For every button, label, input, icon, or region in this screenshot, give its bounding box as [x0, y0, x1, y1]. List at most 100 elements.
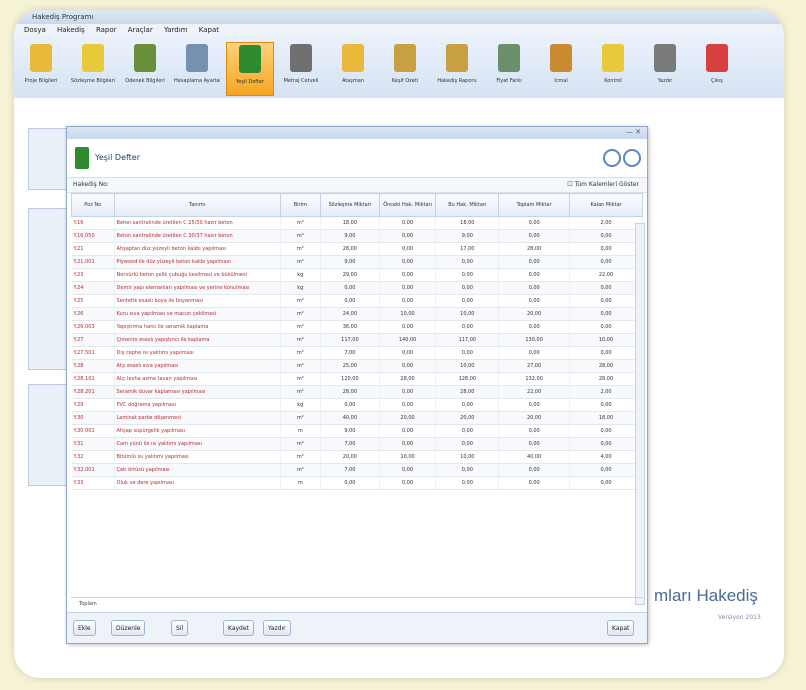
table-row[interactable]: Y.30 Laminat parke döşenmesi m² 40,00 20,00 2…: [71, 411, 643, 425]
table-cell: 117,00: [320, 333, 380, 347]
table-cell: 0,00: [569, 294, 643, 308]
table-row[interactable]: Y.28.101 Alçı levha asma tavan yapılması m…: [71, 372, 643, 386]
ribbon-button-label: Hesaplama Ayarları: [174, 78, 220, 84]
menu-item-rapor[interactable]: Rapor: [96, 26, 117, 34]
table-cell: 0,00: [498, 346, 571, 360]
ribbon-button-5[interactable]: Yeşil Defter: [226, 42, 274, 96]
table-cell: PVC doğrama yapılması: [114, 398, 281, 412]
ribbon-button-6[interactable]: Metraj Cetveli: [278, 42, 324, 94]
button-4[interactable]: Kaydet: [223, 620, 254, 636]
ribbon-button-7[interactable]: Ataşman: [330, 42, 376, 94]
table-row[interactable]: Y.33 Oluk ve dere yapılması m 0,00 0,00 0,00 0…: [71, 476, 643, 490]
table-row[interactable]: Y.28 Alçı esaslı sıva yapılması m² 25,00 0,0…: [71, 359, 643, 373]
table-row[interactable]: Y.28.201 Seramik duvar kaplaması yapılmas…: [71, 385, 643, 399]
next-icon[interactable]: [623, 149, 641, 167]
window-header: Yeşil Defter: [67, 139, 647, 178]
ribbon-button-4[interactable]: Hesaplama Ayarları: [174, 42, 220, 94]
toolbar-ribbon: Proje Bilgileri Sözleşme Bilgileri Ödenek …: [14, 36, 784, 99]
table-row[interactable]: Y.27.501 Dış cephe ısı yalıtımı yapılması…: [71, 346, 643, 360]
ribbon-button-8[interactable]: Keşif Özeti: [382, 42, 428, 94]
table-row[interactable]: Y.27 Çimento esaslı yapıştırıcı ile kapla…: [71, 333, 643, 347]
window-close-icon[interactable]: — ✕: [626, 128, 641, 136]
table-cell: 0,00: [435, 398, 500, 412]
table-cell: 0,00: [379, 320, 437, 334]
table-row[interactable]: Y.24 Demir yapı elemanları yapılması ve y…: [71, 281, 643, 295]
table-cell: Yapıştırma harcı ile seramik kaplama: [114, 320, 281, 334]
button-3[interactable]: Sil: [171, 620, 189, 636]
archive-icon: [498, 44, 520, 72]
menu-item-yardim[interactable]: Yardım: [164, 26, 188, 34]
table-row[interactable]: Y.16 Beton santralinde üretilen C 25/30 h…: [71, 216, 643, 230]
table-cell: 18,00: [435, 216, 500, 230]
table-cell: Plywood ile düz yüzeyli beton kalıbı yap…: [114, 255, 281, 269]
table-cell: Y.30: [71, 411, 115, 425]
table-row[interactable]: Y.30.001 Ahşap süpürgelik yapılması m 9,00 0…: [71, 424, 643, 438]
table-cell: 120,00: [320, 372, 380, 386]
menu-item-dosya[interactable]: Dosya: [24, 26, 46, 34]
table-cell: 0,00: [379, 242, 437, 256]
table-cell: 28,00: [569, 359, 643, 373]
button-2[interactable]: Düzenle: [111, 620, 146, 636]
column-header[interactable]: Kalan Miktar: [569, 193, 643, 217]
table-cell: 0,00: [435, 424, 500, 438]
ribbon-button-11[interactable]: İcmal: [538, 42, 584, 94]
table-cell: 0,00: [320, 281, 380, 295]
table-cell: m²: [280, 307, 322, 321]
table-cell: 0,00: [320, 476, 380, 490]
ribbon-button-10[interactable]: Fiyat Farkı: [486, 42, 532, 94]
ribbon-button-9[interactable]: Hakediş Raporu: [434, 42, 480, 94]
ribbon-button-label: İcmal: [554, 78, 568, 84]
ribbon-button-label: Sözleşme Bilgileri: [70, 78, 116, 84]
menu-item-hakedis[interactable]: Hakediş: [57, 26, 85, 34]
show-all-checkbox[interactable]: ☐ Tüm Kalemleri Göster: [567, 178, 639, 192]
ribbon-button-14[interactable]: Çıkış: [694, 42, 740, 94]
table-cell: 0,00: [379, 424, 437, 438]
table-row[interactable]: Y.31 Cam yünü ile ısı yalıtımı yapılması m…: [71, 437, 643, 451]
background-subtitle: Versiyon 2013: [718, 614, 761, 621]
table-row[interactable]: Y.21 Ahşaptan düz yüzeyli beton kalıbı ya…: [71, 242, 643, 256]
table-cell: 0,00: [569, 255, 643, 269]
table-cell: Y.30.001: [71, 424, 115, 438]
table-row[interactable]: Y.32.001 Çatı örtüsü yapılması m² 7,00 0,00 0…: [71, 463, 643, 477]
filter-label[interactable]: Hakediş No:: [73, 181, 109, 188]
table-row[interactable]: Y.32 Bitümlü su yalıtımı yapılması m² 20,00…: [71, 450, 643, 464]
table-cell: 0,00: [569, 346, 643, 360]
table-cell: 9,00: [320, 424, 380, 438]
table-row[interactable]: Y.26.003 Yapıştırma harcı ile seramik kap…: [71, 320, 643, 334]
table-row[interactable]: Y.29 PVC doğrama yapılması kg 0,00 0,00 0,00 0…: [71, 398, 643, 412]
table-cell: 0,00: [435, 255, 500, 269]
table-cell: 0,00: [435, 294, 500, 308]
table-cell: m²: [280, 463, 322, 477]
column-header[interactable]: Tanımı: [113, 193, 281, 217]
table-cell: 9,00: [320, 255, 380, 269]
previous-icon[interactable]: [603, 149, 621, 167]
table-cell: Alçı levha asma tavan yapılması: [114, 372, 281, 386]
table-row[interactable]: Y.25 Sentetik esaslı boya ile boyanması m²…: [71, 294, 643, 308]
menu-item-kapat[interactable]: Kapat: [199, 26, 219, 34]
menu-item-araclar[interactable]: Araçlar: [128, 26, 153, 34]
ribbon-button-3[interactable]: Ödenek Bilgileri: [122, 42, 168, 94]
table-row[interactable]: Y.23 Nervürlü beton çelik çubuğu kesilmes…: [71, 268, 643, 282]
column-header[interactable]: Birim: [279, 193, 322, 217]
ribbon-button-12[interactable]: Kontrol: [590, 42, 636, 94]
table-row[interactable]: Y.16.050 Beton santralinde üretilen C 30/…: [71, 229, 643, 243]
ribbon-button-13[interactable]: Yazdır: [642, 42, 688, 94]
button-1[interactable]: Ekle: [73, 620, 96, 636]
table-row[interactable]: Y.26 Kuru sıva yapılması ve macun çekilme…: [71, 307, 643, 321]
pencils-icon: [394, 44, 416, 72]
table-cell: Y.32: [71, 450, 115, 464]
button-5[interactable]: Yazdır: [263, 620, 291, 636]
ribbon-button-1[interactable]: Proje Bilgileri: [18, 42, 64, 94]
column-header[interactable]: Poz No: [71, 193, 115, 217]
button-6[interactable]: Kapat: [607, 620, 635, 636]
column-header[interactable]: Sözleşme Miktarı: [320, 193, 380, 217]
ribbon-button-2[interactable]: Sözleşme Bilgileri: [70, 42, 116, 94]
column-header[interactable]: Bu Hak. Miktarı: [435, 193, 500, 217]
pen-icon: [134, 44, 156, 72]
column-header[interactable]: Toplam Miktar: [498, 193, 571, 217]
screenshot-frame: Hakediş Programı Dosya Hakediş Rapor Ara…: [14, 10, 784, 678]
column-header[interactable]: Önceki Hak. Miktarı: [378, 193, 437, 217]
vertical-scrollbar[interactable]: [635, 223, 645, 605]
table-row[interactable]: Y.21.001 Plywood ile düz yüzeyli beton ka…: [71, 255, 643, 269]
table-cell: 10,00: [435, 307, 500, 321]
